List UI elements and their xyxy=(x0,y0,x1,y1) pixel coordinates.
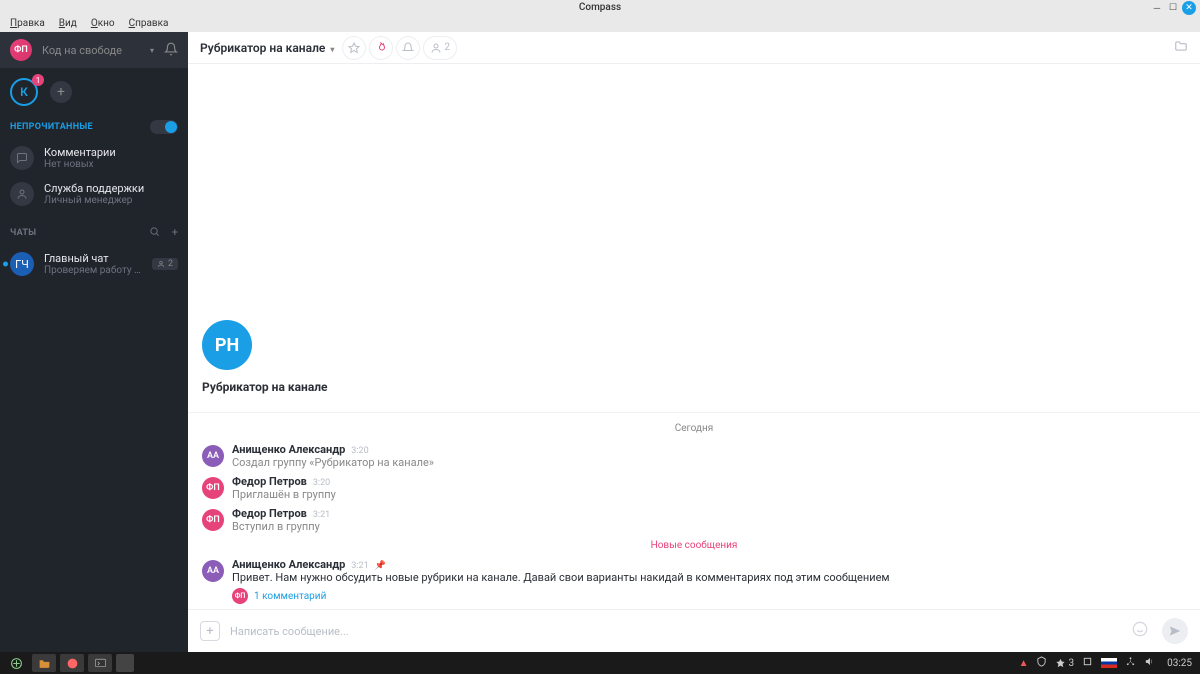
language-flag[interactable] xyxy=(1101,658,1117,668)
sidebar-item[interactable]: КомментарииНет новых xyxy=(0,140,188,176)
workspace-badge: 1 xyxy=(32,74,44,86)
unread-toggle[interactable] xyxy=(150,120,178,134)
taskbar: ▲ 3 03:25 xyxy=(0,652,1200,674)
members-button[interactable]: 2 xyxy=(423,36,457,60)
volume-icon[interactable] xyxy=(1144,656,1155,670)
files-button[interactable] xyxy=(32,654,56,672)
notifications-button[interactable] xyxy=(396,36,420,60)
message[interactable]: АА Анищенко Александр 3:20Создал группу «Р… xyxy=(188,440,1200,472)
pin-icon: 📌 xyxy=(375,561,386,571)
sidebar-item-title: Комментарии xyxy=(44,146,178,159)
message-avatar: АА xyxy=(202,445,224,467)
message-avatar: ФП xyxy=(202,477,224,499)
notifications-tray[interactable]: 3 xyxy=(1055,658,1074,669)
chevron-down-icon: ▾ xyxy=(150,46,154,55)
clock[interactable]: 03:25 xyxy=(1167,658,1192,669)
section-unread-label: НЕПРОЧИТАННЫЕ xyxy=(10,122,93,132)
workspace-switcher: К 1 + xyxy=(0,68,188,114)
chat-header: Рубрикатор на канале ▾ 2 xyxy=(188,32,1200,64)
window-close-button[interactable]: ✕ xyxy=(1182,1,1196,15)
fire-button[interactable] xyxy=(369,36,393,60)
chat-avatar: РН xyxy=(202,320,252,370)
terminal-button[interactable] xyxy=(88,654,112,672)
shield-icon[interactable] xyxy=(1036,656,1047,670)
comment-icon xyxy=(10,146,34,170)
members-badge: 2 xyxy=(152,258,178,270)
support-icon xyxy=(10,182,34,206)
folder-icon[interactable] xyxy=(1174,38,1188,57)
message-text: Вступил в группу xyxy=(232,520,1186,533)
firefox-button[interactable] xyxy=(60,654,84,672)
titlebar: Compass ─ ☐ ✕ xyxy=(0,0,1200,14)
message-author: Федор Петров xyxy=(232,507,307,520)
message-composer: + xyxy=(188,609,1200,652)
thread-avatar: ФП xyxy=(232,588,248,604)
sidebar-item[interactable]: Служба поддержкиЛичный менеджер xyxy=(0,176,188,212)
bell-icon[interactable] xyxy=(164,41,178,60)
network-icon[interactable] xyxy=(1125,656,1136,670)
message-time: 3:20 xyxy=(351,446,368,456)
window-title: Compass xyxy=(579,2,621,13)
chat-title[interactable]: Рубрикатор на канале ▾ xyxy=(200,41,334,55)
sidebar: ФП Код на свободе ▾ К 1 + НЕПРОЧИТАННЫЕ … xyxy=(0,32,188,652)
message-text: Привет. Нам нужно обсудить новые рубрики… xyxy=(232,571,1186,584)
sidebar-header[interactable]: ФП Код на свободе ▾ xyxy=(0,32,188,68)
chat-scroll[interactable]: РН Рубрикатор на канале Сегодня АА Анищен… xyxy=(188,64,1200,609)
menu-item[interactable]: Справка xyxy=(123,16,175,31)
user-status[interactable]: Код на свободе xyxy=(42,44,146,57)
menu-item[interactable]: Окно xyxy=(85,16,121,31)
sidebar-item-subtitle: Проверяем работу фу... xyxy=(44,265,142,276)
attach-button[interactable]: + xyxy=(200,621,220,641)
sidebar-item-title: Главный чат xyxy=(44,252,142,265)
message-input[interactable] xyxy=(230,625,1122,638)
search-icon[interactable] xyxy=(149,226,160,240)
add-chat-button[interactable]: + xyxy=(172,226,178,240)
chat-avatar-icon: ГЧ xyxy=(10,252,34,276)
sidebar-item-subtitle: Нет новых xyxy=(44,159,178,170)
workspace-add-button[interactable]: + xyxy=(50,81,72,103)
sidebar-chat-item[interactable]: ГЧ Главный чатПроверяем работу фу... 2 xyxy=(0,246,188,282)
window-minimize-button[interactable]: ─ xyxy=(1150,1,1164,15)
menu-item[interactable]: Вид xyxy=(53,16,83,31)
chat-intro: РН Рубрикатор на канале xyxy=(188,300,1200,402)
message-avatar: АА xyxy=(202,560,224,582)
system-tray: ▲ 3 03:25 xyxy=(1019,656,1196,670)
message-text: Приглашён в группу xyxy=(232,488,1186,501)
chevron-down-icon: ▾ xyxy=(330,45,334,54)
message-avatar: ФП xyxy=(202,509,224,531)
message-author: Федор Петров xyxy=(232,475,307,488)
chat-intro-title: Рубрикатор на канале xyxy=(202,380,1186,394)
message-time: 3:21 xyxy=(313,510,330,520)
start-menu-button[interactable] xyxy=(4,654,28,672)
window-maximize-button[interactable]: ☐ xyxy=(1166,1,1180,15)
thread-count: 1 комментарий xyxy=(254,591,326,602)
message[interactable]: ФП Федор Петров 3:20Приглашён в группу xyxy=(188,472,1200,504)
message[interactable]: ФП Федор Петров 3:21Вступил в группу xyxy=(188,504,1200,536)
emoji-button[interactable] xyxy=(1132,621,1148,641)
message-author: Анищенко Александр xyxy=(232,558,345,571)
sidebar-item-subtitle: Личный менеджер xyxy=(44,195,178,206)
section-chats-label: ЧАТЫ xyxy=(10,228,36,238)
menubar: ПравкаВидОкноСправка xyxy=(0,14,1200,32)
star-button[interactable] xyxy=(342,36,366,60)
app-task-button[interactable] xyxy=(116,654,134,672)
tray-icon[interactable]: ▲ xyxy=(1019,658,1029,669)
user-avatar[interactable]: ФП xyxy=(10,39,32,61)
message-text: Создал группу «Рубрикатор на канале» xyxy=(232,456,1186,469)
thread-link[interactable]: ФП 1 комментарий xyxy=(232,584,1186,606)
message-time: 3:21 xyxy=(351,561,368,571)
message-author: Анищенко Александр xyxy=(232,443,345,456)
message[interactable]: АА Анищенко Александр 3:21 📌Привет. Нам ну… xyxy=(188,555,1200,609)
message-time: 3:20 xyxy=(313,478,330,488)
chat-pane: Рубрикатор на канале ▾ 2 РН Рубрикатор н… xyxy=(188,32,1200,652)
menu-item[interactable]: Правка xyxy=(4,16,51,31)
sidebar-item-title: Служба поддержки xyxy=(44,182,178,195)
tray-square-icon[interactable] xyxy=(1082,656,1093,670)
send-button[interactable] xyxy=(1162,618,1188,644)
date-separator: Сегодня xyxy=(188,412,1200,440)
new-messages-separator: Новые сообщения xyxy=(188,536,1200,555)
